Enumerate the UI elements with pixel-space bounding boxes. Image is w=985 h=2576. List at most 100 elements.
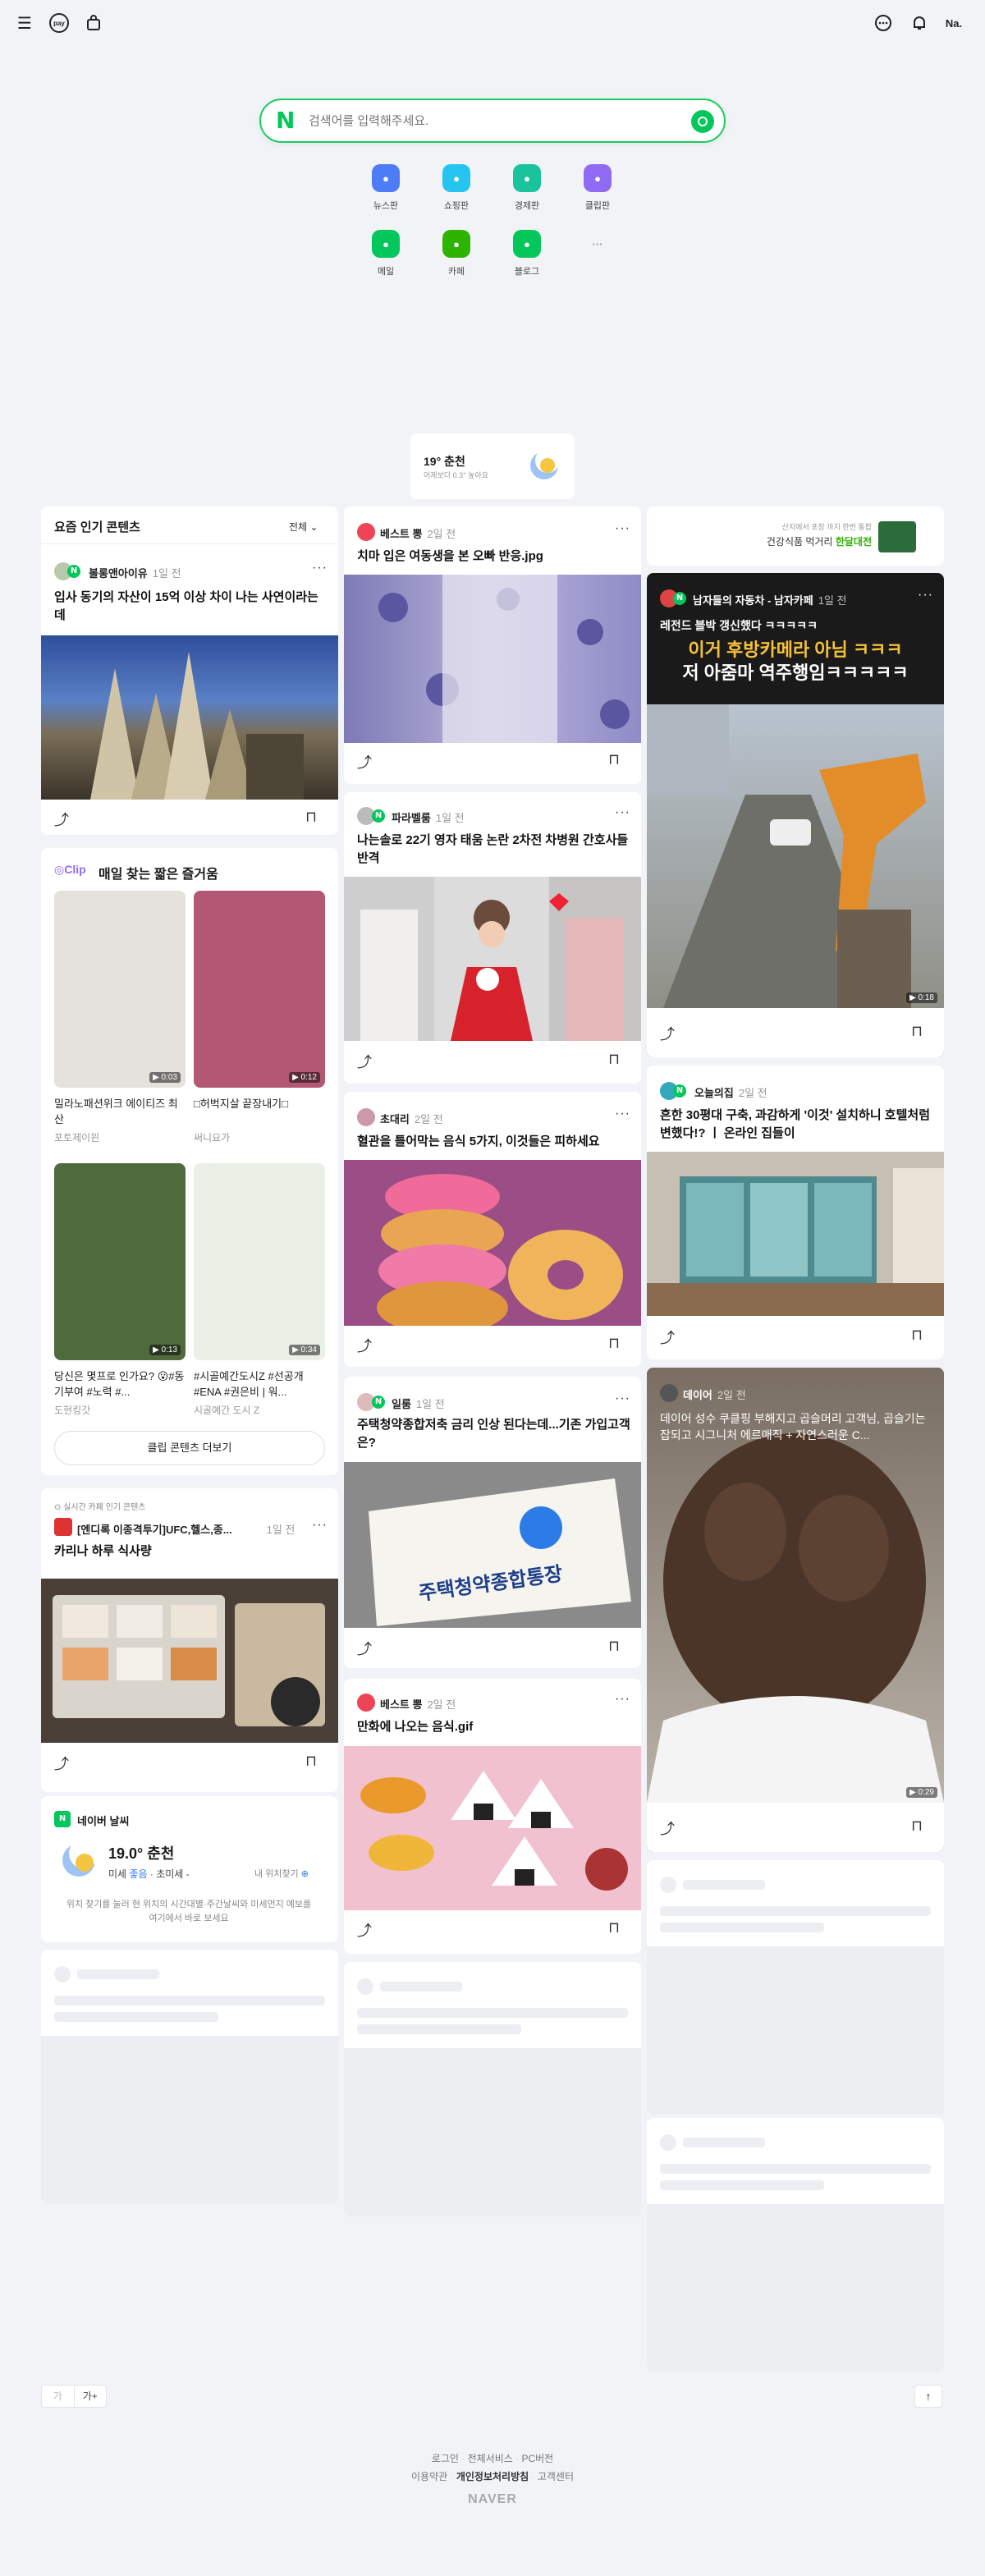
post-author[interactable]: [엔디록 이종격투기]UFC,헬스,종... 1일 전 xyxy=(77,1521,295,1537)
post-author[interactable]: 베스트 뽕 2일 전 xyxy=(380,525,456,541)
search-box[interactable]: N xyxy=(259,99,726,143)
post-author[interactable]: 남자들의 자동차 - 남자카페 1일 전 xyxy=(693,592,847,607)
clip-channel[interactable]: 써니요가 xyxy=(194,1130,230,1144)
bookmark-icon[interactable]: ⊓ xyxy=(608,1051,620,1068)
share-icon[interactable]: ⤴ xyxy=(660,1023,675,1044)
post-author[interactable]: 베스트 뽕 2일 전 xyxy=(380,1696,456,1712)
more-icon[interactable]: ··· xyxy=(615,1391,630,1406)
share-icon[interactable]: ⤴ xyxy=(660,1817,675,1839)
chat-icon[interactable] xyxy=(872,11,895,34)
bookmark-icon[interactable]: ⊓ xyxy=(608,1638,620,1655)
footer-link[interactable]: 전체서비스 xyxy=(468,2453,513,2464)
clip-thumbnail[interactable]: ▶ 0:12 xyxy=(194,891,325,1088)
more-icon[interactable]: ··· xyxy=(312,1518,328,1533)
clip-thumbnail[interactable]: ▶ 0:34 xyxy=(194,1163,325,1360)
bookmark-icon[interactable]: ⊓ xyxy=(608,1335,620,1352)
search-button[interactable] xyxy=(691,110,714,133)
post-title[interactable]: 입사 동기의 자산이 15억 이상 차이 나는 사연이라는데 xyxy=(54,589,325,625)
more-icon[interactable]: ··· xyxy=(615,805,630,820)
shortcut-clip[interactable]: ● 클립판 xyxy=(571,164,624,212)
post-author[interactable]: 오늘의집 2일 전 xyxy=(694,1084,767,1100)
post-image[interactable] xyxy=(41,1579,338,1743)
post-title[interactable]: 카리나 하루 식사량 xyxy=(54,1542,325,1561)
filter-dropdown[interactable]: 전체 ⌄ xyxy=(289,520,318,534)
footer-link[interactable]: 이용약관 xyxy=(411,2471,447,2482)
profile-label[interactable]: Na. xyxy=(942,11,965,34)
post-title[interactable]: 나는솔로 22기 영자 태움 논란 2차전 차병원 간호사들 반격 xyxy=(357,832,631,868)
shortcut-cafe[interactable]: ● 카페 xyxy=(430,230,483,277)
clip-channel[interactable]: 도현킹갓 xyxy=(54,1403,90,1417)
ad-card[interactable]: 산지에서 포장 까지 한번 통합 건강식품 먹거리 한달대전 xyxy=(647,506,944,566)
video-thumbnail[interactable]: 데이어 2일 전 데이어 성수 쿠클핑 부해지고 곱슬머리 고객님, 곱슬기는 잡… xyxy=(647,1368,944,1803)
bell-icon[interactable] xyxy=(908,11,931,34)
search-input[interactable] xyxy=(309,110,653,131)
scroll-top-icon[interactable]: ↑ xyxy=(914,2385,942,2408)
hamburger-menu-icon[interactable]: ☰ xyxy=(13,11,36,34)
shortcut-blog[interactable]: ● 블로그 xyxy=(501,230,553,277)
post-image[interactable] xyxy=(41,635,338,800)
bookmark-icon[interactable]: ⊓ xyxy=(911,1817,923,1835)
locate-button[interactable]: 내 위치찾기 ⊕ xyxy=(254,1867,309,1880)
shortcut-economy[interactable]: ● 경제판 xyxy=(501,164,553,212)
share-icon[interactable]: ⤴ xyxy=(357,1335,372,1356)
share-icon[interactable]: ⤴ xyxy=(54,1753,69,1774)
post-title[interactable]: 만화에 나오는 음식.gif xyxy=(357,1718,628,1736)
footer-link[interactable]: 로그인 xyxy=(432,2453,459,2464)
clip-channel[interactable]: 포토제이윈 xyxy=(54,1130,99,1144)
share-icon[interactable]: ⤴ xyxy=(357,1638,372,1659)
bookmark-icon[interactable]: ⊓ xyxy=(305,1753,317,1770)
post-title[interactable]: 치마 입은 여동생을 본 오빠 반응.jpg xyxy=(357,548,628,566)
post-author[interactable]: 초대리 2일 전 xyxy=(380,1111,443,1126)
video-thumbnail[interactable]: ▶ 0:18 xyxy=(647,704,944,1008)
clip-more-button[interactable]: 클립 콘텐츠 더보기 xyxy=(54,1431,325,1465)
post-author[interactable]: 데이어 2일 전 xyxy=(683,1387,746,1402)
post-image[interactable] xyxy=(344,575,641,743)
share-icon[interactable]: ⤴ xyxy=(54,809,69,830)
footer-link[interactable]: 개인정보처리방침 xyxy=(456,2471,529,2482)
post-image[interactable] xyxy=(344,1160,641,1334)
post-author[interactable]: 파라벨룸 1일 전 xyxy=(392,809,465,825)
more-icon[interactable]: ··· xyxy=(918,588,933,603)
post-title[interactable]: 흔한 30평대 구축, 과감하게 '이것' 설치하니 호텔처럼 변했다!? ㅣ … xyxy=(660,1107,934,1143)
share-icon[interactable]: ⤴ xyxy=(357,1919,372,1941)
clip-channel[interactable]: 시골예간 도시 Z xyxy=(194,1403,259,1417)
more-icon[interactable]: ··· xyxy=(312,561,328,575)
clip-caption[interactable]: 밀라노패션위크 에이티즈 최산 xyxy=(54,1096,186,1127)
share-icon[interactable]: ⤴ xyxy=(357,751,372,772)
clip-caption[interactable]: □허벅지살 끝장내기□ xyxy=(194,1096,325,1112)
footer-link[interactable]: PC버전 xyxy=(521,2453,553,2464)
shortcut-mail[interactable]: ● 메일 xyxy=(360,230,412,277)
share-icon[interactable]: ⤴ xyxy=(660,1327,675,1348)
weather-mini-card[interactable]: 19° 춘천 어제보다 0.3° 높아요 xyxy=(410,433,575,499)
post-image[interactable]: 주택청약종합통장 xyxy=(344,1462,641,1628)
shortcut-more[interactable]: ··· xyxy=(571,230,624,258)
bookmark-icon[interactable]: ⊓ xyxy=(911,1327,923,1344)
more-icon[interactable]: ··· xyxy=(615,1107,630,1121)
post-author[interactable]: 일룸 1일 전 xyxy=(392,1396,445,1411)
shortcut-shopping[interactable]: ● 쇼핑판 xyxy=(430,164,483,212)
post-image[interactable] xyxy=(344,1746,641,1910)
shopping-bag-icon[interactable] xyxy=(82,11,105,34)
pay-icon[interactable]: pay xyxy=(48,11,71,34)
shortcut-news[interactable]: ● 뉴스판 xyxy=(360,164,412,212)
clip-caption[interactable]: 당신은 몇프로 인가요? 😮#동기부여 #노력 #... xyxy=(54,1368,186,1400)
post-author[interactable]: 볼롱앤아이유 1일 전 xyxy=(89,565,181,580)
more-icon[interactable]: ··· xyxy=(615,1692,630,1707)
bookmark-icon[interactable]: ⊓ xyxy=(608,751,620,768)
more-icon[interactable]: ··· xyxy=(615,521,630,536)
font-increase-button[interactable]: 가+ xyxy=(75,2386,107,2407)
post-image[interactable] xyxy=(344,877,641,1041)
clip-thumbnail[interactable]: ▶ 0:03 xyxy=(54,891,186,1088)
post-title[interactable]: 데이어 성수 쿠클핑 부해지고 곱슬머리 고객님, 곱슬기는 잡되고 시그니처 … xyxy=(660,1410,934,1443)
share-icon[interactable]: ⤴ xyxy=(357,1051,372,1072)
clip-caption[interactable]: #시골예간도시Z #선공개 #ENA #권은비 | 워... xyxy=(194,1368,325,1400)
footer-link[interactable]: 고객센터 xyxy=(538,2471,574,2482)
post-image[interactable] xyxy=(647,1152,944,1316)
bookmark-icon[interactable]: ⊓ xyxy=(911,1023,923,1040)
post-title[interactable]: 혈관을 틀어막는 음식 5가지, 이것들은 피하세요 xyxy=(357,1133,628,1151)
clip-thumbnail[interactable]: ▶ 0:13 xyxy=(54,1163,186,1360)
bookmark-icon[interactable]: ⊓ xyxy=(608,1919,620,1937)
bookmark-icon[interactable]: ⊓ xyxy=(305,809,317,826)
post-title[interactable]: 주택청약종합저축 금리 인상 된다는데...기존 가입고객은? xyxy=(357,1416,631,1452)
font-decrease-button[interactable]: 가 xyxy=(42,2386,75,2407)
